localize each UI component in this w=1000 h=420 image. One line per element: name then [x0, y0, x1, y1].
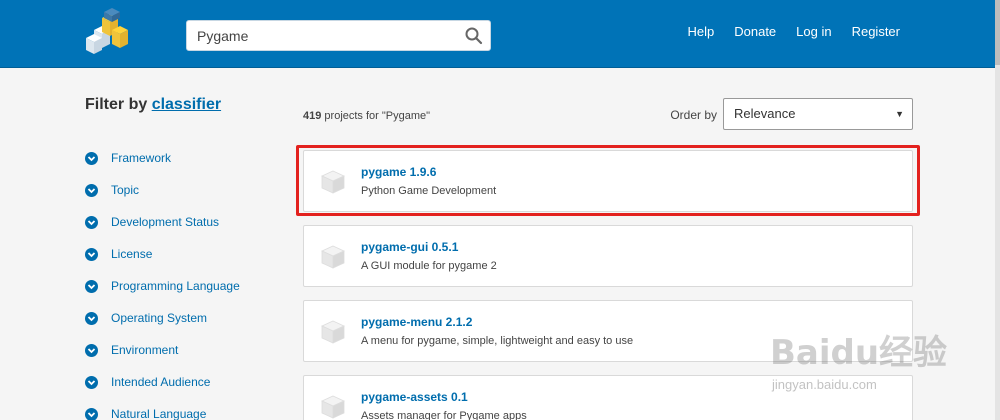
filter-item-label: Operating System — [111, 311, 208, 325]
project-card[interactable]: pygame-gui 0.5.1 A GUI module for pygame … — [303, 225, 913, 287]
filter-item[interactable]: Environment — [85, 334, 275, 366]
classifier-link[interactable]: classifier — [152, 96, 221, 113]
filter-item-label: Environment — [111, 343, 179, 357]
filter-item[interactable]: License — [85, 238, 275, 270]
chevron-down-icon — [85, 151, 98, 165]
pypi-logo[interactable] — [80, 8, 138, 58]
nav-register-link[interactable]: Register — [852, 24, 900, 39]
filter-item-label: Natural Language — [111, 407, 207, 420]
search-input[interactable] — [187, 21, 457, 50]
nav-login-link[interactable]: Log in — [796, 24, 831, 39]
watermark: Baidu经验 jingyan.baidu.com — [760, 305, 985, 405]
project-name[interactable]: pygame-assets 0.1 — [361, 390, 468, 404]
nav-donate-link[interactable]: Donate — [734, 24, 776, 39]
filter-item[interactable]: Development Status — [85, 206, 275, 238]
filter-item-label: Development Status — [111, 215, 220, 229]
package-icon — [321, 395, 345, 419]
highlight-box — [296, 145, 920, 216]
package-icon — [321, 245, 345, 269]
search-icon[interactable] — [464, 26, 484, 46]
chevron-down-icon — [85, 343, 98, 357]
filter-title: Filter by classifier — [85, 96, 275, 118]
filter-item[interactable]: Operating System — [85, 302, 275, 334]
chevron-down-icon — [85, 375, 98, 389]
site-header: Help Donate Log in Register — [0, 0, 995, 68]
scrollbar-thumb[interactable] — [995, 0, 1000, 65]
filter-title-prefix: Filter by — [85, 96, 148, 113]
chevron-down-icon — [85, 311, 98, 325]
filter-item-label: Framework — [111, 151, 172, 165]
project-name[interactable]: pygame-gui 0.5.1 — [361, 240, 458, 254]
results-count-text: projects for "Pygame" — [321, 110, 431, 122]
results-bar: 419 projects for "Pygame" Order by Relev… — [303, 98, 913, 130]
filter-item[interactable]: Framework — [85, 142, 275, 174]
filter-item[interactable]: Natural Language — [85, 398, 275, 420]
caret-down-icon: ▼ — [895, 109, 904, 119]
page-scrollbar[interactable] — [995, 0, 1000, 420]
filter-item-label: Intended Audience — [111, 375, 211, 389]
watermark-url: jingyan.baidu.com — [772, 377, 877, 392]
filter-sidebar: Filter by classifier Framework Topic Devel… — [85, 96, 275, 420]
order-by-label: Order by — [670, 108, 717, 122]
filter-item-label: Topic — [111, 183, 140, 197]
nav-help-link[interactable]: Help — [687, 24, 714, 39]
project-description: A menu for pygame, simple, lightweight a… — [361, 335, 634, 347]
top-nav: Help Donate Log in Register — [687, 24, 900, 39]
project-name[interactable]: pygame-menu 2.1.2 — [361, 315, 472, 329]
chevron-down-icon — [85, 183, 98, 197]
project-description: A GUI module for pygame 2 — [361, 260, 497, 272]
chevron-down-icon — [85, 247, 98, 261]
chevron-down-icon — [85, 215, 98, 229]
filter-item-label: Programming Language — [111, 279, 240, 293]
filter-item-label: License — [111, 247, 153, 261]
order-by-value: Relevance — [734, 106, 796, 121]
package-icon — [321, 320, 345, 344]
filter-list: Framework Topic Development Status License P… — [85, 142, 275, 420]
results-count-number: 419 — [303, 110, 322, 122]
watermark-brand: Baidu经验 — [770, 333, 948, 373]
project-description: Assets manager for Pygame apps — [361, 410, 527, 420]
filter-item[interactable]: Programming Language — [85, 270, 275, 302]
chevron-down-icon — [85, 279, 98, 293]
filter-item[interactable]: Topic — [85, 174, 275, 206]
chevron-down-icon — [85, 407, 98, 420]
filter-item[interactable]: Intended Audience — [85, 366, 275, 398]
search-box[interactable] — [186, 20, 491, 51]
order-by-select[interactable]: Relevance ▼ — [723, 98, 913, 130]
